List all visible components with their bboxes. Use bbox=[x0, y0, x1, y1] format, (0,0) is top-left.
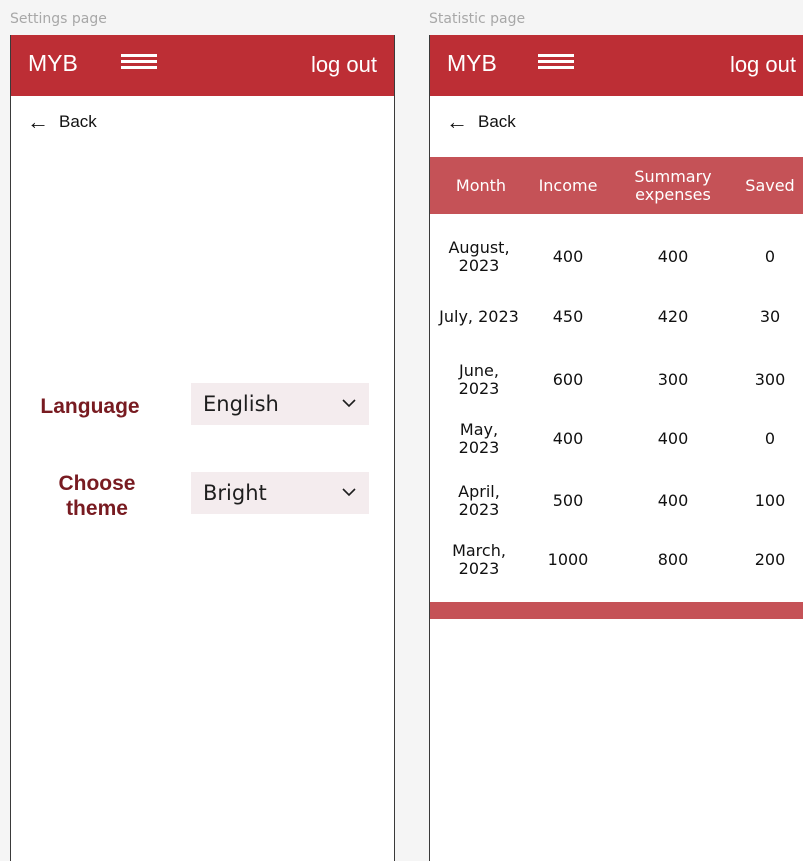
theme-selected-value: Bright bbox=[203, 481, 267, 505]
cell-saved: 300 bbox=[754, 370, 786, 389]
cell-expenses: 300 bbox=[657, 370, 689, 389]
language-select[interactable]: English bbox=[191, 383, 369, 425]
cell-expenses: 420 bbox=[657, 307, 689, 326]
app-header: MYB log out bbox=[430, 35, 803, 96]
logout-button[interactable]: log out bbox=[311, 52, 377, 78]
cell-income: 400 bbox=[552, 429, 584, 448]
cell-month: July, 2023 bbox=[439, 307, 519, 326]
table-row: August, 2023 400 400 0 bbox=[430, 227, 803, 287]
back-arrow-icon: ← bbox=[446, 109, 468, 134]
logout-button[interactable]: log out bbox=[730, 52, 796, 78]
cell-saved: 0 bbox=[764, 247, 776, 266]
back-label: Back bbox=[478, 112, 516, 131]
theme-label-line1: Choose bbox=[58, 472, 136, 495]
statistic-frame-label: Statistic page bbox=[429, 11, 526, 27]
cell-month: March, 2023 bbox=[452, 541, 506, 578]
hamburger-icon[interactable] bbox=[121, 54, 157, 70]
cell-saved: 30 bbox=[759, 307, 781, 326]
settings-page: MYB log out ← Back Language English Choo… bbox=[10, 35, 395, 861]
app-header: MYB log out bbox=[11, 35, 394, 96]
column-header-summary-expenses[interactable]: Summary expenses bbox=[625, 157, 721, 214]
cell-month: May, 2023 bbox=[458, 420, 500, 457]
back-arrow-icon: ← bbox=[27, 109, 49, 134]
cell-month: June, 2023 bbox=[458, 361, 500, 398]
theme-select[interactable]: Bright bbox=[191, 472, 369, 514]
table-row: April, 2023 500 400 100 bbox=[430, 471, 803, 531]
brand-logo[interactable]: MYB bbox=[28, 50, 78, 77]
back-button[interactable]: ← Back bbox=[446, 111, 516, 133]
cell-expenses: 400 bbox=[657, 491, 689, 510]
back-label: Back bbox=[59, 112, 97, 131]
cell-month: April, 2023 bbox=[458, 482, 500, 519]
theme-label-line2: theme bbox=[66, 497, 128, 520]
chevron-down-icon bbox=[342, 399, 356, 408]
cell-saved: 200 bbox=[754, 550, 786, 569]
table-footer-bar bbox=[430, 602, 803, 619]
column-header-month[interactable]: Month bbox=[446, 157, 516, 214]
theme-label: Choose theme bbox=[37, 471, 157, 521]
cell-income: 1000 bbox=[547, 550, 589, 569]
table-header: Month Income Summary expenses Saved bbox=[430, 157, 803, 214]
column-header-income[interactable]: Income bbox=[533, 157, 603, 214]
cell-income: 400 bbox=[552, 247, 584, 266]
cell-income: 450 bbox=[552, 307, 584, 326]
settings-frame-label: Settings page bbox=[10, 11, 107, 27]
column-header-saved[interactable]: Saved bbox=[736, 157, 803, 214]
table-row: March, 2023 1000 800 200 bbox=[430, 530, 803, 590]
language-selected-value: English bbox=[203, 392, 279, 416]
brand-logo[interactable]: MYB bbox=[447, 50, 497, 77]
back-button[interactable]: ← Back bbox=[27, 111, 97, 133]
statistic-page: MYB log out ← Back Month Income Summary … bbox=[429, 35, 803, 861]
table-row: June, 2023 600 300 300 bbox=[430, 350, 803, 410]
cell-expenses: 400 bbox=[657, 247, 689, 266]
cell-expenses: 800 bbox=[657, 550, 689, 569]
table-row: May, 2023 400 400 0 bbox=[430, 409, 803, 469]
cell-income: 600 bbox=[552, 370, 584, 389]
cell-income: 500 bbox=[552, 491, 584, 510]
language-label: Language bbox=[40, 395, 140, 418]
cell-month: August, 2023 bbox=[448, 238, 510, 275]
cell-saved: 0 bbox=[764, 429, 776, 448]
cell-saved: 100 bbox=[754, 491, 786, 510]
hamburger-icon[interactable] bbox=[538, 54, 574, 70]
chevron-down-icon bbox=[342, 488, 356, 497]
table-row: July, 2023 450 420 30 bbox=[430, 287, 803, 347]
cell-expenses: 400 bbox=[657, 429, 689, 448]
